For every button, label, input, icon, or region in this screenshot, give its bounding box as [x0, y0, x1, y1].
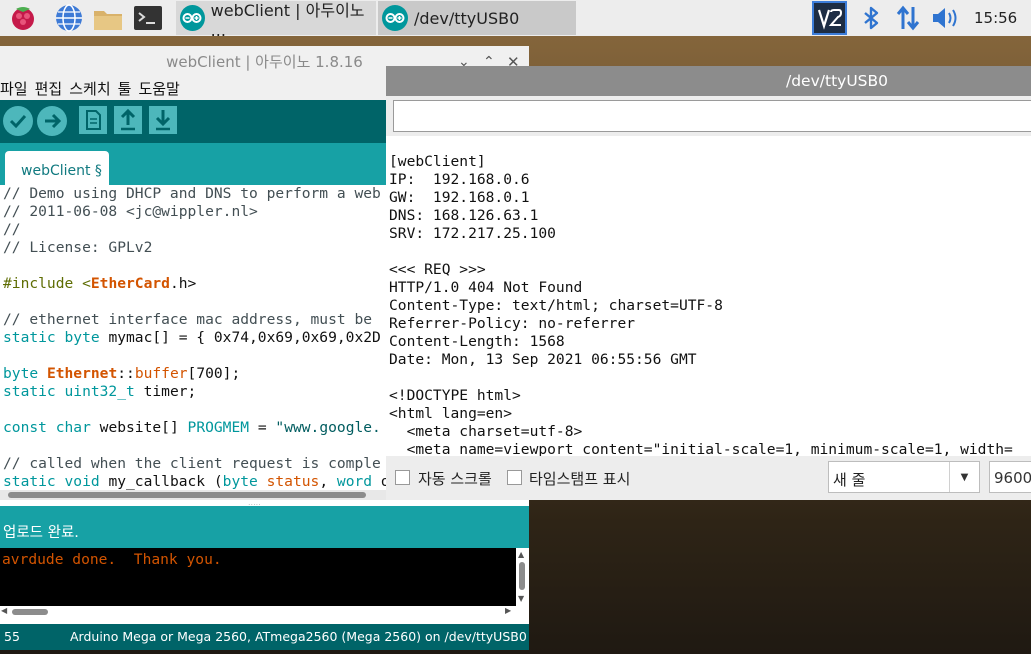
code-token: // called when the client request is com…	[3, 455, 381, 472]
serial-output-line	[389, 243, 1031, 261]
line-ending-value: 새 줄	[833, 471, 866, 489]
baud-rate-select[interactable]: 9600	[989, 461, 1031, 493]
task-serial-monitor[interactable]: /dev/ttyUSB0	[378, 1, 576, 35]
terminal-icon[interactable]	[133, 3, 163, 33]
console-horizontal-scrollbar[interactable]: ◀ ▶	[0, 606, 516, 618]
code-token: EtherCard	[90, 275, 170, 292]
serial-output-line: Content-Length: 1568	[389, 333, 565, 350]
serial-monitor-window: /dev/ttyUSB0 [webClient] IP: 192.168.0.6 G…	[386, 66, 1031, 500]
code-token: byte	[222, 473, 258, 490]
autoscroll-label: 자동 스크롤	[418, 470, 492, 488]
task-label: webClient | 아두이노 ...	[210, 0, 365, 40]
file-manager-folder-icon[interactable]	[92, 3, 122, 33]
serial-output-line: <meta charset=utf-8>	[389, 423, 583, 440]
network-arrows-icon[interactable]	[893, 3, 923, 33]
save-sketch-button[interactable]	[149, 106, 179, 136]
serial-window-title: /dev/ttyUSB0	[786, 72, 888, 90]
serial-output[interactable]: [webClient] IP: 192.168.0.6 GW: 192.168.0.…	[386, 136, 1031, 456]
code-token: static byte	[3, 329, 100, 346]
code-token: static uint32_t	[3, 383, 135, 400]
serial-output-line: DNS: 168.126.63.1	[389, 207, 539, 224]
timestamp-label: 타임스탬프 표시	[529, 470, 631, 488]
menu-tools[interactable]: 툴	[118, 78, 132, 100]
serial-output-line: IP: 192.168.0.6	[389, 171, 530, 188]
serial-output-line: Date: Mon, 13 Sep 2021 06:55:56 GMT	[389, 351, 697, 368]
code-token: //	[3, 221, 21, 238]
code-token: Ethernet	[46, 365, 118, 382]
code-token: // Demo using DHCP and DNS to perform a …	[3, 185, 381, 202]
line-number: 55	[4, 629, 20, 644]
timestamp-checkbox[interactable]	[507, 470, 522, 485]
taskbar: webClient | 아두이노 ... /dev/ttyUSB0 15:56	[0, 0, 1031, 40]
serial-send-input[interactable]	[393, 100, 1031, 132]
code-token: // 2011-06-08 <jc@wippler.nl>	[3, 203, 258, 220]
serial-output-line	[389, 369, 1031, 387]
console-output: avrdude done. Thank you.	[0, 548, 516, 606]
volume-icon[interactable]	[930, 3, 960, 33]
code-token: // ethernet interface mac address, must …	[3, 311, 373, 328]
serial-output-line: [webClient]	[389, 153, 486, 170]
browser-globe-icon[interactable]	[54, 3, 84, 33]
tab-webclient[interactable]: webClient §	[5, 151, 109, 185]
chevron-down-icon[interactable]: ▼	[949, 462, 979, 492]
code-token: buffer	[134, 365, 188, 382]
verify-button[interactable]	[3, 106, 33, 136]
ide-window-title: webClient | 아두이노 1.8.16	[166, 53, 363, 71]
autoscroll-checkbox[interactable]	[395, 470, 410, 485]
code-token: my_callback (	[99, 473, 223, 490]
serial-output-line: <<< REQ >>>	[389, 261, 486, 278]
code-token: // License: GPLv2	[3, 239, 153, 256]
board-port-info: Arduino Mega or Mega 2560, ATmega2560 (M…	[70, 629, 527, 644]
code-token: #include <	[3, 275, 91, 292]
code-token: "www.google.	[275, 419, 381, 436]
code-token: byte	[3, 365, 47, 382]
serial-output-line: <html lang=en>	[389, 405, 513, 422]
code-token: static void	[3, 473, 100, 490]
arduino-logo-icon	[180, 5, 205, 31]
serial-output-line: <meta name=viewport content="initial-sca…	[389, 441, 1013, 456]
code-token: [700];	[187, 365, 241, 382]
code-token: word	[336, 473, 373, 490]
code-token: ::	[117, 365, 135, 382]
serial-output-line: Content-Type: text/html; charset=UTF-8	[389, 297, 723, 314]
ide-footer: 55 Arduino Mega or Mega 2560, ATmega2560…	[0, 624, 529, 650]
line-ending-select[interactable]: 새 줄 ▼	[828, 461, 980, 493]
code-token: mymac[] = { 0x74,0x69,0x69,0x2D	[99, 329, 381, 346]
serial-input-bar	[386, 96, 1031, 136]
console-vertical-scrollbar[interactable]: ▲ ▼	[516, 548, 529, 606]
bluetooth-icon[interactable]	[856, 3, 886, 33]
serial-output-line: HTTP/1.0 404 Not Found	[389, 279, 583, 296]
serial-output-line: Referrer-Policy: no-referrer	[389, 315, 636, 332]
code-token: .h>	[169, 275, 197, 292]
serial-output-line: GW: 192.168.0.1	[389, 189, 530, 206]
serial-output-line: <!DOCTYPE html>	[389, 387, 521, 404]
code-token: const char	[3, 419, 91, 436]
menu-edit[interactable]: 편집	[35, 78, 63, 100]
clock[interactable]: 15:56	[974, 0, 1017, 36]
task-label: /dev/ttyUSB0	[414, 8, 520, 28]
code-token: ,	[319, 473, 337, 490]
code-token: =	[249, 419, 276, 436]
menu-file[interactable]: 파일	[0, 78, 28, 100]
menu-sketch[interactable]: 스케치	[69, 78, 110, 100]
code-token: status	[257, 473, 320, 490]
vnc-icon[interactable]	[812, 1, 847, 35]
serial-titlebar[interactable]: /dev/ttyUSB0	[386, 66, 1031, 96]
code-token: PROGMEM	[187, 419, 250, 436]
menu-help[interactable]: 도움말	[138, 78, 179, 100]
open-sketch-button[interactable]	[114, 106, 144, 136]
code-token: website[]	[90, 419, 188, 436]
new-sketch-button[interactable]	[79, 106, 109, 136]
upload-button[interactable]	[37, 106, 67, 136]
code-token: timer;	[134, 383, 197, 400]
status-message: 업로드 완료.	[0, 506, 529, 548]
task-arduino-ide[interactable]: webClient | 아두이노 ...	[176, 1, 376, 40]
serial-options-bar: 자동 스크롤 타임스탬프 표시 새 줄 ▼ 9600	[386, 456, 1031, 500]
arduino-logo-icon	[382, 5, 408, 31]
serial-output-line: SRV: 172.217.25.100	[389, 225, 556, 242]
raspberry-menu-icon[interactable]	[8, 3, 38, 33]
